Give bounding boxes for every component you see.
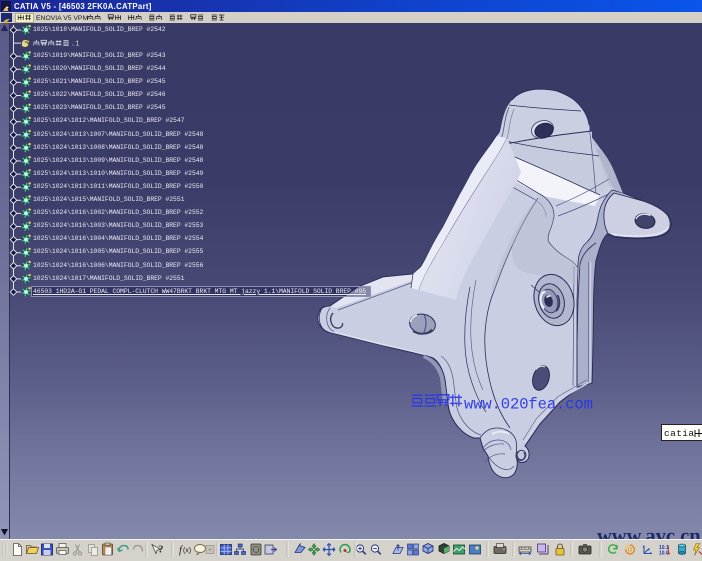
svg-text:?: ? <box>158 544 164 556</box>
svg-text:(x): (x) <box>183 548 191 555</box>
